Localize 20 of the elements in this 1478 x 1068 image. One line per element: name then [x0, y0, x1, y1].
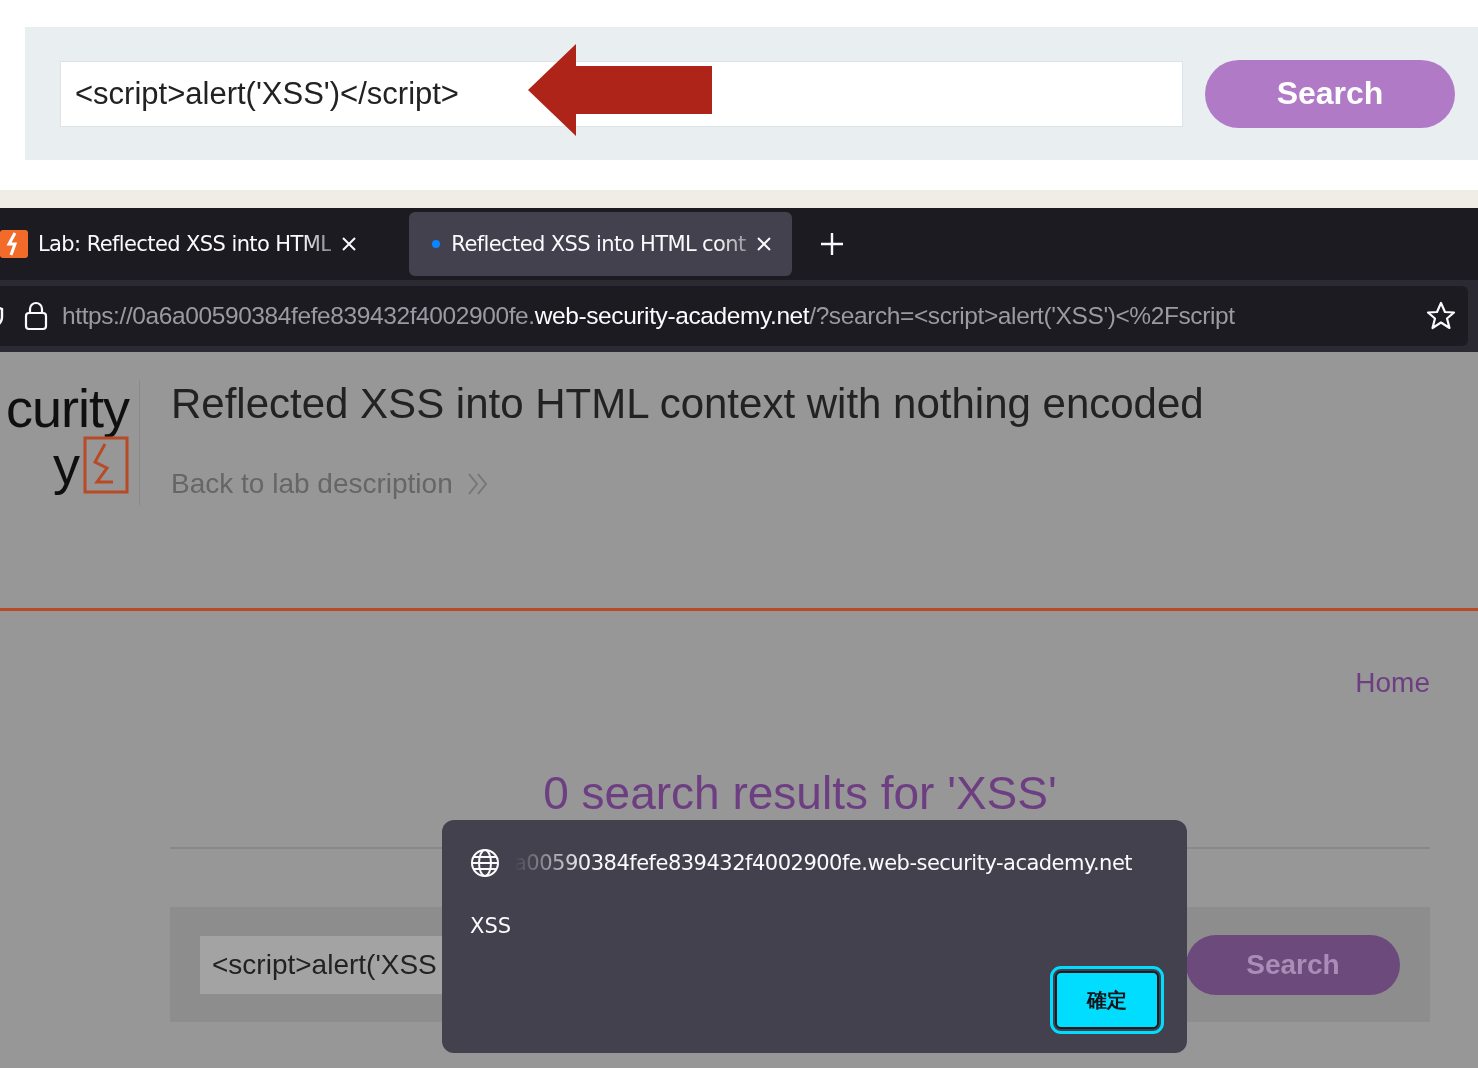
results-heading: 0 search results for 'XSS': [542, 767, 1058, 819]
browser-tab[interactable]: Reflected XSS into HTML cont: [409, 212, 792, 276]
double-chevron-icon: [466, 472, 489, 496]
alert-message: XSS: [470, 914, 513, 938]
lightning-icon: [0, 230, 28, 258]
dot-icon: [431, 239, 442, 249]
close-icon[interactable]: [755, 236, 772, 252]
arrow-icon: [526, 42, 714, 138]
logo-text: curity: [6, 380, 129, 436]
browser-tab[interactable]: Lab: Reflected XSS into HTML: [0, 212, 384, 276]
lab-title: Reflected XSS into HTML context with nothing encoded: [171, 380, 1204, 428]
address-bar[interactable]: https://0a6a00590384fefe839432f4002900fe.web-security-academy.net/?search=<script>alert('XSS')<%2Fscript: [0, 286, 1468, 346]
plus-icon[interactable]: [819, 232, 844, 256]
globe-icon: [470, 848, 500, 878]
search-field[interactable]: <script>alert('XSS: [200, 935, 442, 994]
logo-text: y: [53, 437, 79, 493]
star-icon[interactable]: [1426, 301, 1456, 331]
lightning-box-icon: [83, 436, 129, 494]
close-icon[interactable]: [341, 236, 358, 252]
lock-icon[interactable]: [24, 301, 48, 331]
